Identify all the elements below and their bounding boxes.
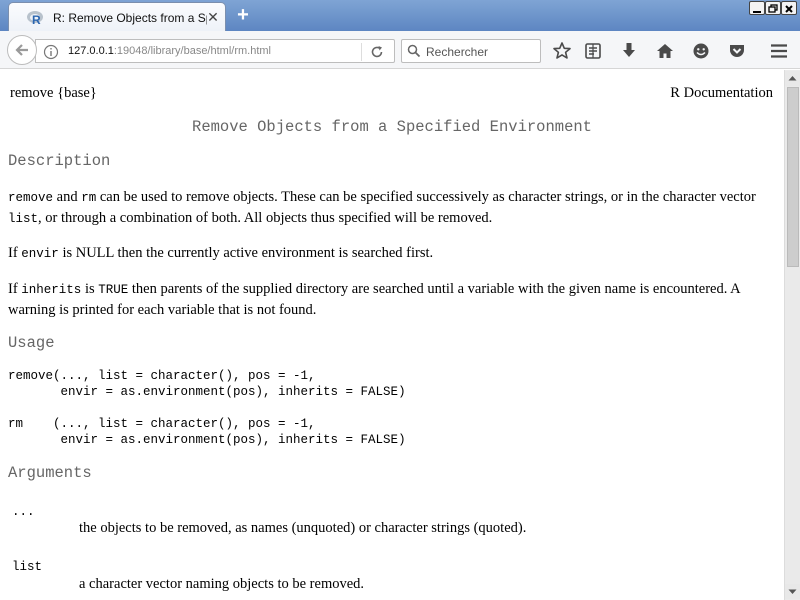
r-logo-icon: R [27,11,43,26]
search-bar[interactable]: Rechercher [401,39,541,63]
usage-code-rm: rm (..., list = character(), pos = -1, e… [8,416,406,448]
menu-icon[interactable] [769,41,789,61]
restore-icon [768,4,778,13]
r-documentation-label: R Documentation [670,85,773,101]
tab-title: R: Remove Objects from a Sp… [53,11,207,25]
star-icon[interactable] [552,41,572,61]
text: and [53,189,82,205]
code-inherits: inherits [21,283,82,297]
back-arrow-icon [15,44,28,56]
reload-icon[interactable] [369,44,385,60]
argument-description: a character vector naming objects to be … [79,576,365,592]
code-envir: envir [21,247,59,261]
scroll-down-arrow-icon [788,589,797,594]
code-remove: remove [8,191,54,205]
vertical-scrollbar[interactable] [784,70,800,600]
back-button[interactable] [7,35,37,65]
text: is NULL then the currently active enviro… [58,245,434,261]
code-rm: rm [81,191,97,205]
url-path: :19048/library/base/html/rm.html [113,45,271,57]
text: If [8,281,22,297]
usage-line: envir = as.environment(pos), inherits = … [8,385,406,399]
minimize-icon [753,11,761,13]
address-bar[interactable]: 127.0.0.1:19048/library/base/html/rm.htm… [35,39,395,63]
text: If [8,245,22,261]
page-title: Remove Objects from a Specified Environm… [192,118,592,136]
usage-line: rm (..., list = character(), pos = -1, [8,417,316,431]
url-host: 127.0.0.1 [68,45,114,57]
url-separator [361,43,362,61]
info-icon[interactable] [43,44,59,60]
description-paragraph-1: remove and rm can be used to remove obje… [8,187,776,229]
scroll-down-button[interactable] [785,584,800,599]
restore-button[interactable] [765,1,781,15]
scrollbar-thumb[interactable] [787,87,799,267]
search-placeholder: Rechercher [426,45,489,59]
argument-description: the objects to be removed, as names (unq… [79,520,527,536]
minimize-button[interactable] [749,1,765,15]
text: , or through a combination of both. All … [38,210,493,226]
scroll-up-arrow-icon [788,76,797,81]
section-heading-description: Description [8,152,111,170]
text: is [81,281,99,297]
svg-text:R: R [32,13,41,26]
home-icon[interactable] [655,41,675,61]
close-window-button[interactable] [781,1,797,15]
pocket-icon[interactable] [727,41,747,61]
navigation-toolbar: 127.0.0.1:19048/library/base/html/rm.htm… [0,31,800,69]
section-heading-usage: Usage [8,334,55,352]
tab-close-icon[interactable]: ✕ [206,9,220,25]
usage-line: envir = as.environment(pos), inherits = … [8,433,406,447]
reader-icon[interactable] [583,41,603,61]
description-paragraph-3: If inherits is TRUE then parents of the … [8,279,776,320]
browser-tab[interactable]: R R: Remove Objects from a Sp… ✕ [8,2,226,31]
section-heading-arguments: Arguments [8,464,92,482]
download-icon[interactable] [619,41,639,61]
url-text: 127.0.0.1:19048/library/base/html/rm.htm… [68,45,271,57]
usage-code-remove: remove(..., list = character(), pos = -1… [8,368,406,400]
search-icon [407,44,421,58]
page-viewport: remove {base} R Documentation Remove Obj… [0,70,784,600]
close-icon [785,5,793,13]
description-paragraph-2: If envir is NULL then the currently acti… [8,243,776,264]
code-true: TRUE [98,283,129,297]
code-list: list [8,212,39,226]
usage-line: remove(..., list = character(), pos = -1… [8,369,316,383]
argument-name: ... [12,505,35,519]
scroll-up-button[interactable] [785,71,800,86]
title-bar: R R: Remove Objects from a Sp… ✕ + [0,0,800,31]
text: can be used to remove objects. These can… [96,189,756,205]
hello-icon[interactable] [691,41,711,61]
argument-name: list [12,560,43,574]
topic-label: remove {base} [10,85,97,101]
new-tab-button[interactable]: + [233,5,253,25]
